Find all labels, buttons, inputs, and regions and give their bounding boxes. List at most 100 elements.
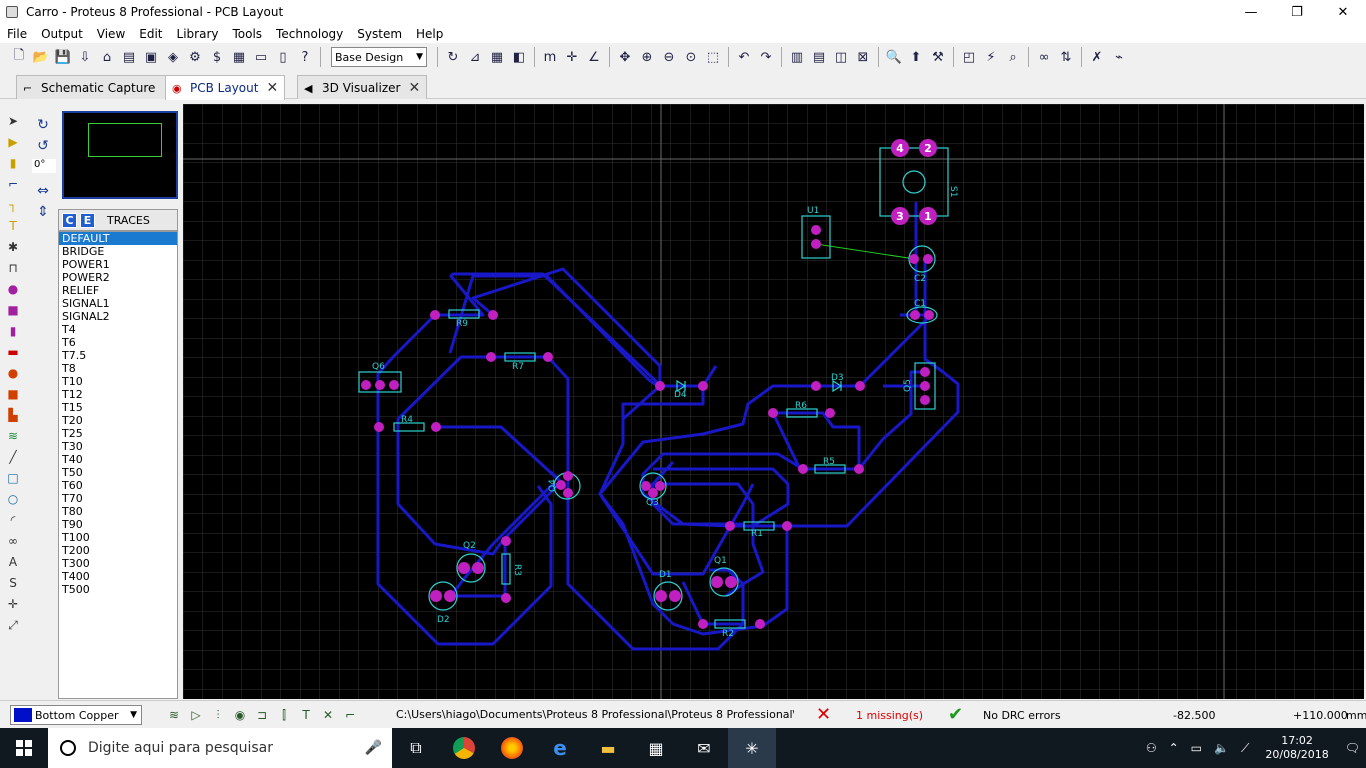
menu-file[interactable]: File <box>0 27 34 41</box>
help-icon[interactable]: ? <box>295 47 315 67</box>
menu-library[interactable]: Library <box>170 27 226 41</box>
close-icon[interactable]: ✕ <box>408 80 420 96</box>
tab-3d-visualizer[interactable]: ◀ 3D Visualizer ✕ <box>297 75 428 99</box>
close-icon[interactable]: ✕ <box>266 80 278 96</box>
decompose-icon[interactable]: ⚒ <box>928 47 948 67</box>
menu-edit[interactable]: Edit <box>132 27 169 41</box>
path-icon[interactable]: ∞ <box>2 531 24 551</box>
refresh-icon[interactable]: ↻ <box>443 47 463 67</box>
zone-mode-icon[interactable]: T <box>2 216 24 236</box>
smt-pad-icon[interactable]: ● <box>2 363 24 383</box>
layer-item[interactable]: T300 <box>59 557 177 570</box>
layer-item[interactable]: T400 <box>59 570 177 583</box>
flip-icon[interactable]: ⊿ <box>465 47 485 67</box>
symbol-icon[interactable]: S <box>2 573 24 593</box>
3d-icon[interactable]: ◈ <box>163 47 183 67</box>
close-button[interactable]: ✕ <box>1320 0 1366 24</box>
package-mode-icon[interactable]: ▮ <box>2 153 24 173</box>
power-plane-icon[interactable]: ⌁ <box>1109 47 1129 67</box>
file-explorer-icon[interactable]: ▬ <box>584 728 632 768</box>
menu-system[interactable]: System <box>350 27 409 41</box>
metric-icon[interactable]: m <box>540 47 560 67</box>
menu-output[interactable]: Output <box>34 27 90 41</box>
menu-help[interactable]: Help <box>409 27 450 41</box>
notes-icon[interactable]: ▭ <box>251 47 271 67</box>
marker-icon[interactable]: ✛ <box>2 594 24 614</box>
gerber-icon[interactable]: ⚙ <box>185 47 205 67</box>
missing-connections[interactable]: 1 missing(s) <box>856 709 923 722</box>
menu-technology[interactable]: Technology <box>269 27 350 41</box>
layer-item[interactable]: T10 <box>59 375 177 388</box>
tab-schematic-capture[interactable]: ⌐Schematic Capture✕ <box>16 75 183 99</box>
grid-icon[interactable]: ▦ <box>487 47 507 67</box>
e-button[interactable]: E <box>80 212 95 228</box>
rotate-ccw-icon[interactable]: ↺ <box>32 136 54 156</box>
layer-item[interactable]: T50 <box>59 466 177 479</box>
arc-icon[interactable]: ◜ <box>2 510 24 530</box>
layer-item[interactable]: T100 <box>59 531 177 544</box>
layer-item[interactable]: T20 <box>59 414 177 427</box>
layer-item[interactable]: T80 <box>59 505 177 518</box>
zoom-all-icon[interactable]: ⊙ <box>681 47 701 67</box>
cross-icon[interactable]: ✕ <box>318 705 338 725</box>
schematic-icon[interactable]: ▤ <box>119 47 139 67</box>
drc-icon[interactable]: ✗ <box>1087 47 1107 67</box>
edge-pad-icon[interactable]: ▬ <box>2 342 24 362</box>
layer-item[interactable]: T40 <box>59 453 177 466</box>
mirror-vertical-icon[interactable]: ⇕ <box>32 202 54 222</box>
layer-selector[interactable]: Bottom Copper ▼ <box>10 705 142 725</box>
zoom-out-icon[interactable]: ⊖ <box>659 47 679 67</box>
autoplace-icon[interactable]: ◰ <box>959 47 979 67</box>
rotate-cw-icon[interactable]: ↻ <box>32 115 54 135</box>
measure-icon[interactable]: ∠ <box>584 47 604 67</box>
polygon-pad-icon[interactable]: ■ <box>2 384 24 404</box>
text-icon[interactable]: A <box>2 552 24 572</box>
dil-pad-icon[interactable]: ▮ <box>2 321 24 341</box>
ratsnest-icon[interactable]: ◉ <box>230 705 250 725</box>
network-icon[interactable]: ⟋ <box>1241 741 1249 756</box>
layer-item[interactable]: T15 <box>59 401 177 414</box>
selection-mode-icon[interactable]: ➤ <box>2 111 24 131</box>
search-icon[interactable]: ⌕ <box>1003 47 1023 67</box>
block-copy-icon[interactable]: ▥ <box>787 47 807 67</box>
start-button[interactable] <box>0 728 48 768</box>
pick-part-icon[interactable]: 🔍 <box>884 47 904 67</box>
layer-item[interactable]: SIGNAL2 <box>59 310 177 323</box>
via-mode-icon[interactable]: ┐ <box>2 195 24 215</box>
edge-icon[interactable]: e <box>536 728 584 768</box>
layers-stack-icon[interactable]: ≋ <box>2 426 24 446</box>
tee-icon[interactable]: T <box>296 705 316 725</box>
firefox-icon[interactable] <box>488 728 536 768</box>
binoculars-icon[interactable]: ∞ <box>1034 47 1054 67</box>
layer-item[interactable]: POWER2 <box>59 271 177 284</box>
open-folder-icon[interactable]: 📂 <box>31 47 51 67</box>
import-icon[interactable]: ⇩ <box>75 47 95 67</box>
ratsnest-mode-icon[interactable]: ✱ <box>2 237 24 257</box>
pcb-icon[interactable]: ▣ <box>141 47 161 67</box>
proteus-icon[interactable]: ✳ <box>728 728 776 768</box>
block-rotate-icon[interactable]: ◫ <box>831 47 851 67</box>
layer-item[interactable]: T4 <box>59 323 177 336</box>
undo-icon[interactable]: ↶ <box>734 47 754 67</box>
pcb-canvas[interactable]: 4 2 3 1 S1 U1 C2 C1 Q5 Q6 R9 R7 R4 R6 R5… <box>183 104 1364 699</box>
sort-icon[interactable]: ⇅ <box>1056 47 1076 67</box>
layer-item[interactable]: POWER1 <box>59 258 177 271</box>
padstack-icon[interactable]: ▙ <box>2 405 24 425</box>
doc-icon[interactable]: ▯ <box>273 47 293 67</box>
layer-item[interactable]: T500 <box>59 583 177 596</box>
layer-item[interactable]: RELIEF <box>59 284 177 297</box>
volume-icon[interactable]: 🔈 <box>1214 741 1229 755</box>
square-pad-icon[interactable]: ■ <box>2 300 24 320</box>
via-icon[interactable]: ⫿ <box>274 705 294 725</box>
minimize-button[interactable]: — <box>1228 0 1274 24</box>
circle-icon[interactable]: ○ <box>2 489 24 509</box>
make-package-icon[interactable]: ⬆ <box>906 47 926 67</box>
layers-icon[interactable]: ≋ <box>164 705 184 725</box>
clock[interactable]: 17:02 20/08/2018 <box>1265 734 1328 762</box>
layers-icon[interactable]: ◧ <box>509 47 529 67</box>
new-file-icon[interactable]: 🗋 <box>9 47 29 67</box>
home-icon[interactable]: ⌂ <box>97 47 117 67</box>
origin-icon[interactable]: ✛ <box>562 47 582 67</box>
rotation-angle[interactable]: 0° <box>32 159 56 173</box>
round-pad-icon[interactable]: ● <box>2 279 24 299</box>
